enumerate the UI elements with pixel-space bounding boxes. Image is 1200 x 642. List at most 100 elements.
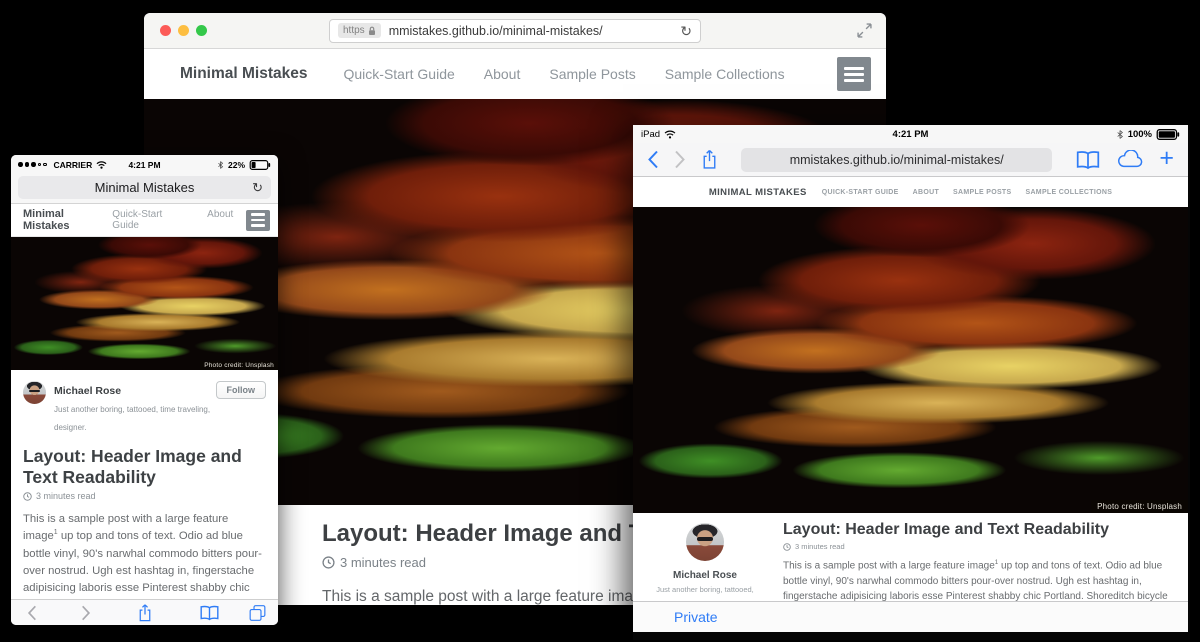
site-nav: Quick-Start Guide About <box>112 209 233 231</box>
author-name: Michael Rose <box>54 385 121 397</box>
post-body: Michael Rose Just another boring, tattoo… <box>11 370 278 625</box>
browser-chrome-bar: https mmistakes.github.io/minimal-mistak… <box>144 13 886 49</box>
close-window-button[interactable] <box>160 25 171 36</box>
author-bio: Just another boring, tattooed, <box>656 585 754 594</box>
header-image: Photo credit: Unsplash <box>11 237 278 370</box>
address-bar[interactable]: Minimal Mistakes ↻ <box>18 176 271 199</box>
iphone-device: CARRIER 4:21 PM 22% <box>11 155 278 625</box>
iphone-urlbar: Minimal Mistakes ↻ <box>11 174 278 204</box>
iphone-status-bar: CARRIER 4:21 PM 22% <box>11 155 278 174</box>
zoom-window-button[interactable] <box>196 25 207 36</box>
post-body: Michael Rose Just another boring, tattoo… <box>633 513 1188 601</box>
post-title: Layout: Header Image and Text Readabilit… <box>783 521 1185 539</box>
follow-button[interactable]: Follow <box>216 381 267 399</box>
site-masthead: Minimal Mistakes Quick-Start Guide About… <box>144 49 886 99</box>
battery-percent: 22% <box>228 160 245 170</box>
address-bar[interactable]: https mmistakes.github.io/minimal-mistak… <box>329 19 701 43</box>
url-title: Minimal Mistakes <box>95 180 195 195</box>
nav-link-sample-posts[interactable]: Sample Posts <box>953 189 1011 196</box>
site-title[interactable]: Minimal Mistakes <box>23 208 112 232</box>
nav-link-about[interactable]: About <box>913 189 939 196</box>
menu-toggle-button[interactable] <box>246 210 270 231</box>
ipad-device: iPad 4:21 PM 100% <box>633 125 1190 640</box>
fullscreen-icon[interactable] <box>857 23 872 38</box>
tabs-icon[interactable] <box>249 604 266 621</box>
share-icon[interactable] <box>701 149 718 170</box>
wifi-icon <box>96 161 107 169</box>
address-bar[interactable]: mmistakes.github.io/minimal-mistakes/ <box>741 148 1052 172</box>
author-row: Michael Rose Just another boring, tattoo… <box>23 381 266 435</box>
photo-credit: Photo credit: Unsplash <box>1091 500 1188 513</box>
site-nav: Quick-Start Guide About Sample Posts Sam… <box>344 66 785 82</box>
paragraph-text: This is a sample post with a large featu… <box>783 560 995 571</box>
clock-icon <box>783 543 791 551</box>
author-avatar <box>686 523 724 561</box>
ipad-status-bar: iPad 4:21 PM 100% <box>633 125 1188 143</box>
battery-icon <box>249 160 271 170</box>
nav-link-sample-posts[interactable]: Sample Posts <box>549 66 635 82</box>
composite-screenshot: https mmistakes.github.io/minimal-mistak… <box>0 0 1200 642</box>
window-controls <box>160 13 207 48</box>
url-text: mmistakes.github.io/minimal-mistakes/ <box>389 24 673 38</box>
battery-icon <box>1156 129 1180 140</box>
ipad-safari: iPad 4:21 PM 100% <box>633 125 1188 632</box>
post-title: Layout: Header Image and Text Readabilit… <box>23 446 266 487</box>
read-time-label: 3 minutes read <box>340 555 426 570</box>
site-masthead: Minimal Mistakes Quick-Start Guide About <box>11 204 278 237</box>
nav-link-quickstart[interactable]: Quick-Start Guide <box>822 189 899 196</box>
read-time-label: 3 minutes read <box>795 542 845 551</box>
author-bio: Just another boring, tattooed, time trav… <box>54 405 210 432</box>
site-title[interactable]: Minimal Mistakes <box>709 187 807 198</box>
clock-icon <box>23 492 32 501</box>
device-label: iPad <box>641 129 660 140</box>
ipad-toolbar: mmistakes.github.io/minimal-mistakes/ + <box>633 143 1188 177</box>
battery-percent: 100% <box>1128 129 1152 140</box>
menu-toggle-button[interactable] <box>837 57 871 91</box>
carrier-label: CARRIER <box>54 160 93 170</box>
minimize-window-button[interactable] <box>178 25 189 36</box>
nav-link-quickstart[interactable]: Quick-Start Guide <box>112 209 190 231</box>
wifi-icon <box>664 130 676 139</box>
back-icon[interactable] <box>27 605 37 621</box>
bookmarks-icon[interactable] <box>199 605 220 621</box>
header-image: Photo credit: Unsplash <box>633 207 1188 513</box>
bookmarks-icon[interactable] <box>1075 150 1101 170</box>
https-badge: https <box>338 23 381 38</box>
author-avatar <box>23 381 46 404</box>
clock-icon <box>322 556 335 569</box>
bluetooth-icon <box>217 160 224 170</box>
paragraph-text: This is a sample post with a large featu… <box>322 588 650 605</box>
author-sidebar: Michael Rose Just another boring, tattoo… <box>649 521 761 601</box>
iphone-toolbar <box>11 599 278 625</box>
url-text: mmistakes.github.io/minimal-mistakes/ <box>790 153 1004 167</box>
lock-icon <box>368 26 376 36</box>
reload-icon[interactable]: ↻ <box>680 24 692 38</box>
post-paragraph: This is a sample post with a large featu… <box>783 558 1185 601</box>
author-name: Michael Rose <box>673 570 737 581</box>
post-article: Layout: Header Image and Text Readabilit… <box>761 521 1185 601</box>
private-browsing-bar: Private <box>633 601 1188 632</box>
site-nav: Quick-Start Guide About Sample Posts Sam… <box>822 189 1112 196</box>
site-masthead: Minimal Mistakes Quick-Start Guide About… <box>633 177 1188 207</box>
icloud-tabs-icon[interactable] <box>1116 150 1144 169</box>
site-title[interactable]: Minimal Mistakes <box>180 65 308 83</box>
https-label: https <box>343 25 365 36</box>
read-time-label: 3 minutes read <box>36 491 96 501</box>
new-tab-icon[interactable]: + <box>1159 146 1174 171</box>
nav-link-about[interactable]: About <box>484 66 521 82</box>
forward-icon[interactable] <box>81 605 91 621</box>
photo-credit: Photo credit: Unsplash <box>200 361 278 370</box>
back-icon[interactable] <box>647 150 659 169</box>
read-time: 3 minutes read <box>783 542 1185 551</box>
forward-icon[interactable] <box>674 150 686 169</box>
read-time: 3 minutes read <box>23 491 266 501</box>
nav-link-about[interactable]: About <box>207 209 233 231</box>
nav-link-sample-collections[interactable]: Sample Collections <box>665 66 785 82</box>
nav-link-quickstart[interactable]: Quick-Start Guide <box>344 66 455 82</box>
status-time: 4:21 PM <box>633 129 1188 140</box>
signal-strength-icon <box>18 162 47 167</box>
reload-icon[interactable]: ↻ <box>252 181 263 194</box>
nav-link-sample-collections[interactable]: Sample Collections <box>1025 189 1112 196</box>
private-button[interactable]: Private <box>674 609 718 625</box>
share-icon[interactable] <box>137 603 153 622</box>
